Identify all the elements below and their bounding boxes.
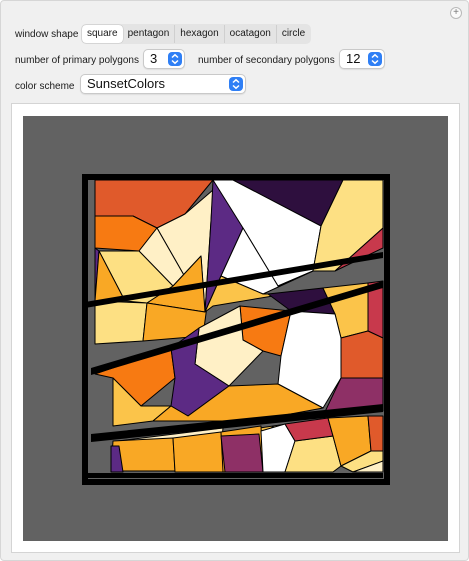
- window-shape-selector: square pentagon hexagon ocatagon circle: [81, 24, 312, 44]
- up-down-chevron-icon: [168, 52, 182, 66]
- glass-piece: [220, 433, 264, 473]
- primary-polygons-select[interactable]: 3: [143, 49, 185, 69]
- secondary-polygons-select[interactable]: 12: [339, 49, 385, 69]
- secondary-polygons-label: number of secondary polygons: [198, 55, 335, 66]
- up-down-chevron-icon: [229, 77, 243, 91]
- window-shape-option-pentagon[interactable]: pentagon: [123, 25, 175, 43]
- glass-piece: [94, 300, 148, 345]
- manipulate-panel: + window shape square pentagon hexagon o…: [0, 0, 469, 561]
- color-scheme-select[interactable]: SunsetColors: [80, 74, 246, 94]
- lead-strip: [85, 473, 383, 478]
- window-shape-option-circle[interactable]: circle: [275, 25, 310, 43]
- primary-polygons-label: number of primary polygons: [15, 55, 139, 66]
- primary-polygons-value: 3: [150, 51, 158, 66]
- up-down-chevron-icon: [368, 52, 382, 66]
- glass-piece: [367, 415, 384, 452]
- window-shape-option-ocatagon[interactable]: ocatagon: [223, 25, 276, 43]
- glass-piece: [172, 431, 226, 473]
- window-shape-option-hexagon[interactable]: hexagon: [174, 25, 223, 43]
- plus-icon[interactable]: +: [450, 7, 462, 19]
- window-shape-label: window shape: [15, 29, 79, 40]
- glass-piece: [340, 330, 384, 379]
- color-scheme-label: color scheme: [15, 81, 75, 92]
- stained-glass-window-graphic: [23, 116, 448, 541]
- window-shape-option-square[interactable]: square: [82, 25, 123, 43]
- color-scheme-value: SunsetColors: [87, 76, 166, 91]
- secondary-polygons-value: 12: [346, 51, 361, 66]
